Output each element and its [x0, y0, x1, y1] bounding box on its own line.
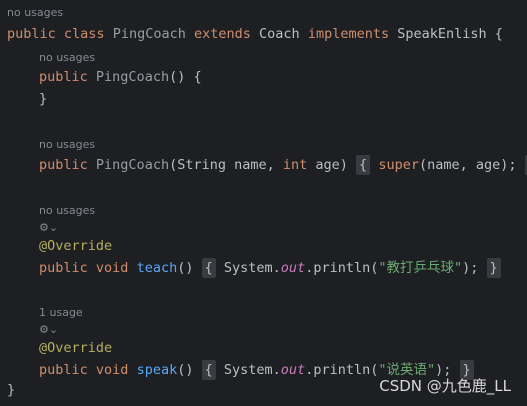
keyword-public: public: [39, 362, 88, 378]
keyword-public: public: [39, 69, 88, 85]
ctor1-close-brace: }: [39, 91, 48, 107]
class-close-line: }: [7, 379, 15, 401]
speak-parens: (): [177, 362, 202, 378]
speak-override-line: @Override: [39, 337, 112, 359]
println-open: .println(: [305, 362, 379, 378]
override-annotation: @Override: [39, 340, 113, 356]
usages-hint-ctor2[interactable]: no usages: [39, 136, 95, 154]
super-class-name[interactable]: Coach: [259, 26, 300, 42]
teach-override-line: @Override: [39, 235, 112, 257]
ctor1-line: public PingCoach() {: [39, 66, 202, 88]
keyword-public: public: [39, 157, 88, 173]
println-open: .println(: [305, 260, 379, 276]
ctor2-params-close: age): [307, 157, 357, 173]
keyword-class: class: [63, 26, 105, 42]
gear-icon[interactable]: ⚙⌄: [39, 221, 58, 234]
teach-parens: (): [177, 260, 202, 276]
fold-open-brace[interactable]: {: [356, 155, 371, 175]
watermark: CSDN @九色鹿_LL: [379, 377, 511, 395]
ctor1-close-line: }: [39, 88, 47, 110]
fold-open-brace[interactable]: {: [201, 360, 216, 380]
usages-hint-speak[interactable]: 1 usage: [39, 304, 83, 322]
speak-method-name[interactable]: speak: [137, 362, 178, 378]
teach-line: public void teach() { System.out.println…: [39, 257, 501, 279]
gear-icon[interactable]: ⚙⌄: [39, 323, 58, 336]
keyword-void: void: [95, 260, 129, 276]
ctor1-name[interactable]: PingCoach: [96, 69, 169, 85]
override-annotation: @Override: [39, 238, 113, 254]
usages-hint-teach[interactable]: no usages: [39, 202, 95, 220]
teach-string: "教打乒乓球": [378, 260, 463, 276]
keyword-extends: extends: [194, 26, 251, 42]
interface-name[interactable]: SpeakEnlish: [397, 26, 486, 42]
ctor1-signature: () {: [169, 69, 202, 85]
class-open-brace: {: [494, 26, 503, 42]
ctor2-name[interactable]: PingCoach: [96, 157, 169, 173]
keyword-int: int: [282, 157, 308, 173]
keyword-public: public: [39, 260, 88, 276]
out-field: out: [280, 362, 306, 378]
usages-hint-ctor1[interactable]: no usages: [39, 49, 95, 67]
keyword-public: public: [7, 26, 56, 42]
system-ref: System.: [223, 362, 281, 378]
out-field: out: [280, 260, 306, 276]
usages-hint-class[interactable]: no usages: [7, 4, 63, 22]
fold-close-brace[interactable]: }: [486, 258, 501, 278]
class-declaration-line: public class PingCoach extends Coach imp…: [7, 23, 503, 45]
ctor2-line: public PingCoach(String name, int age) {…: [39, 154, 527, 176]
keyword-implements: implements: [307, 26, 390, 42]
println-close: );: [462, 260, 479, 276]
fold-open-brace[interactable]: {: [201, 258, 216, 278]
ctor2-params-open: (String name,: [169, 157, 283, 173]
class-name[interactable]: PingCoach: [113, 26, 186, 42]
system-ref: System.: [223, 260, 281, 276]
keyword-super: super: [378, 157, 419, 173]
class-close-brace: }: [7, 382, 16, 398]
keyword-void: void: [95, 362, 129, 378]
teach-method-name[interactable]: teach: [137, 260, 178, 276]
super-args: (name, age);: [418, 157, 517, 173]
